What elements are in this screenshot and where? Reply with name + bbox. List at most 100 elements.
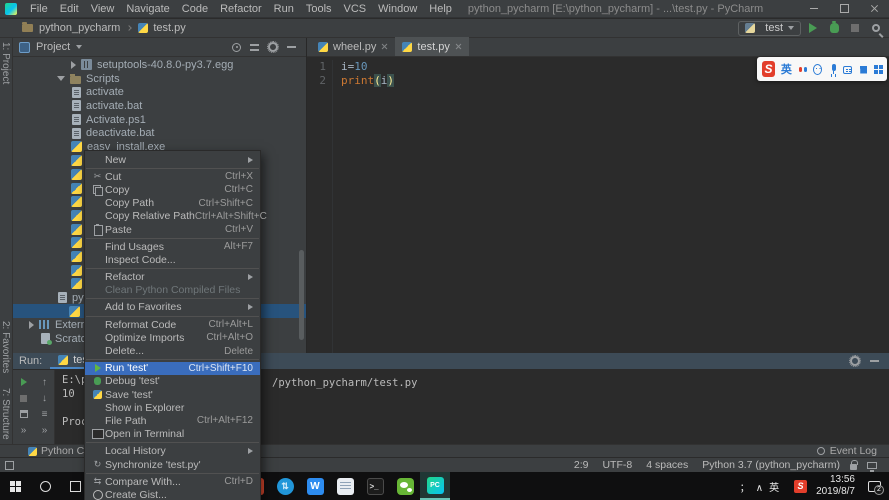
microphone-icon[interactable] <box>828 63 837 75</box>
keyboard-icon[interactable] <box>842 65 853 74</box>
menu-item-new[interactable]: New <box>85 153 260 166</box>
toolbox-icon[interactable] <box>873 64 882 75</box>
menu-item-local-history[interactable]: Local History <box>85 445 260 458</box>
code-editor[interactable]: 12 i=10 print(i) <box>307 58 889 355</box>
sogou-logo-icon[interactable]: S <box>762 61 775 77</box>
taskbar-app-pycharm-active[interactable]: PC <box>420 472 450 500</box>
more-right-icon[interactable]: » <box>42 425 48 436</box>
menu-item-create-gist[interactable]: Create Gist... <box>85 488 260 500</box>
start-button[interactable] <box>0 472 30 500</box>
menu-item-optimize-imports[interactable]: Optimize Imports Ctrl+Alt+O <box>85 331 260 344</box>
taskbar-app-cmd[interactable]: >_ <box>360 472 390 500</box>
cortana-button[interactable] <box>30 472 60 500</box>
tree-item-activate[interactable]: activate <box>13 85 306 99</box>
down-arrow-icon[interactable]: ↓ <box>42 393 47 404</box>
menu-item-add-to-favorites[interactable]: Add to Favorites <box>85 301 260 314</box>
menu-item-copy-path[interactable]: Copy Path Ctrl+Shift+C <box>85 197 260 210</box>
menu-item-run-test[interactable]: Run 'test' Ctrl+Shift+F10 <box>85 361 260 375</box>
search-everywhere-button[interactable] <box>867 20 885 36</box>
tree-item-activate.ps1[interactable]: Activate.ps1 <box>13 113 306 127</box>
lock-icon[interactable] <box>850 459 858 470</box>
status-item[interactable]: Python 3.7 (python_pycharm) <box>702 459 840 471</box>
menu-item-save-test[interactable]: Save 'test' <box>85 388 260 401</box>
menu-item-synchronize-test-py[interactable]: ↻ Synchronize 'test.py' <box>85 458 260 471</box>
emoji-icon[interactable] <box>812 63 823 75</box>
restore-layout-icon[interactable] <box>19 410 28 418</box>
tree-item-deactivate.bat[interactable]: deactivate.bat <box>13 126 306 140</box>
stop-button[interactable] <box>846 20 864 36</box>
scrollbar-thumb[interactable] <box>299 250 304 340</box>
breadcrumb-project[interactable]: python_pycharm <box>39 22 120 34</box>
tray-text-item[interactable]: ∧ <box>756 483 763 494</box>
toolwindow-switcher-icon[interactable] <box>5 460 14 470</box>
close-icon[interactable] <box>455 43 462 50</box>
maximize-icon[interactable] <box>829 0 859 17</box>
menubar-item-window[interactable]: Window <box>372 3 423 15</box>
chevron-right-icon[interactable] <box>71 60 76 69</box>
menu-item-copy-relative-path[interactable]: Copy Relative Path Ctrl+Alt+Shift+C <box>85 210 267 223</box>
punctuation-icon[interactable] <box>798 64 807 75</box>
menu-item-paste[interactable]: Paste Ctrl+V <box>85 223 260 237</box>
chevron-right-icon[interactable] <box>29 320 34 329</box>
menu-item-delete[interactable]: Delete... Delete <box>85 344 260 357</box>
status-item[interactable]: 2:9 <box>574 459 589 471</box>
screen-reader-icon[interactable] <box>867 461 877 471</box>
sogou-tray-icon[interactable]: S <box>794 479 808 493</box>
gear-icon[interactable] <box>267 41 279 53</box>
tree-item-scripts[interactable]: Scripts <box>13 72 306 86</box>
menu-item-copy[interactable]: Copy Ctrl+C <box>85 183 260 197</box>
menu-item-refactor[interactable]: Refactor <box>85 271 260 284</box>
up-arrow-icon[interactable]: ↑ <box>42 377 47 388</box>
chevron-down-icon[interactable] <box>76 45 83 49</box>
menu-item-show-in-explorer[interactable]: Show in Explorer <box>85 401 260 414</box>
menubar-item-code[interactable]: Code <box>176 3 214 15</box>
stop-icon[interactable] <box>20 394 27 402</box>
taskbar-app-netdisk[interactable]: ⇅ <box>270 472 300 500</box>
close-icon[interactable] <box>859 0 889 17</box>
tray-text-item[interactable]: 英 <box>769 483 779 494</box>
tree-item-activate.bat[interactable]: activate.bat <box>13 99 306 113</box>
taskbar-app-wechat[interactable] <box>390 472 420 500</box>
menubar-item-run[interactable]: Run <box>268 3 300 15</box>
collapse-all-icon[interactable] <box>250 43 259 51</box>
editor-tab-test.py[interactable]: test.py <box>395 37 469 56</box>
notification-center-icon[interactable]: 2 <box>868 480 884 495</box>
menu-item-cut[interactable]: ✂ Cut Ctrl+X <box>85 170 260 183</box>
menu-item-inspect-code[interactable]: Inspect Code... <box>85 253 260 266</box>
favorites-toolwindow-button[interactable]: 2: Favorites <box>0 321 11 373</box>
pin-icon[interactable]: ≡ <box>42 409 48 420</box>
tray-ime-indicators[interactable]: ； ∧ 英 <box>740 479 785 494</box>
hide-panel-icon[interactable] <box>870 360 879 362</box>
debug-button[interactable] <box>825 20 843 36</box>
minimize-icon[interactable] <box>799 0 829 17</box>
menu-item-file-path[interactable]: File Path Ctrl+Alt+F12 <box>85 414 260 427</box>
status-item[interactable]: 4 spaces <box>646 459 688 471</box>
close-icon[interactable] <box>381 43 388 50</box>
project-toolwindow-button[interactable]: 1: Project <box>0 42 11 84</box>
taskbar-app-notepad[interactable] <box>330 472 360 500</box>
run-configuration-select[interactable]: test <box>738 20 801 36</box>
run-button[interactable] <box>804 20 822 36</box>
ime-language-toggle[interactable]: 英 <box>781 61 792 77</box>
menu-item-reformat-code[interactable]: Reformat Code Ctrl+Alt+L <box>85 318 260 331</box>
breadcrumb-file[interactable]: test.py <box>153 22 185 34</box>
structure-toolwindow-button[interactable]: 7: Structure <box>0 388 11 440</box>
taskbar-app-wps[interactable]: W <box>300 472 330 500</box>
menu-item-debug-test[interactable]: Debug 'test' <box>85 375 260 388</box>
tray-text-item[interactable]: ； <box>740 483 750 494</box>
menubar-item-tools[interactable]: Tools <box>300 3 338 15</box>
project-panel-title[interactable]: Project <box>36 41 70 53</box>
menubar-item-view[interactable]: View <box>85 3 121 15</box>
menubar-item-navigate[interactable]: Navigate <box>120 3 175 15</box>
menubar-item-vcs[interactable]: VCS <box>338 3 373 15</box>
tree-item-setuptools-40.8.0-py3.7.egg[interactable]: setuptools-40.8.0-py3.7.egg <box>13 58 306 72</box>
menubar-item-refactor[interactable]: Refactor <box>214 3 268 15</box>
chevron-down-icon[interactable] <box>57 76 65 82</box>
skin-icon[interactable] <box>858 64 867 75</box>
menubar-item-file[interactable]: File <box>24 3 54 15</box>
menu-item-open-in-terminal[interactable]: Open in Terminal <box>85 428 260 441</box>
event-log-button[interactable]: Event Log <box>816 445 889 457</box>
status-item[interactable]: UTF-8 <box>602 459 632 471</box>
gear-icon[interactable] <box>849 355 861 367</box>
locate-file-icon[interactable] <box>232 42 241 52</box>
